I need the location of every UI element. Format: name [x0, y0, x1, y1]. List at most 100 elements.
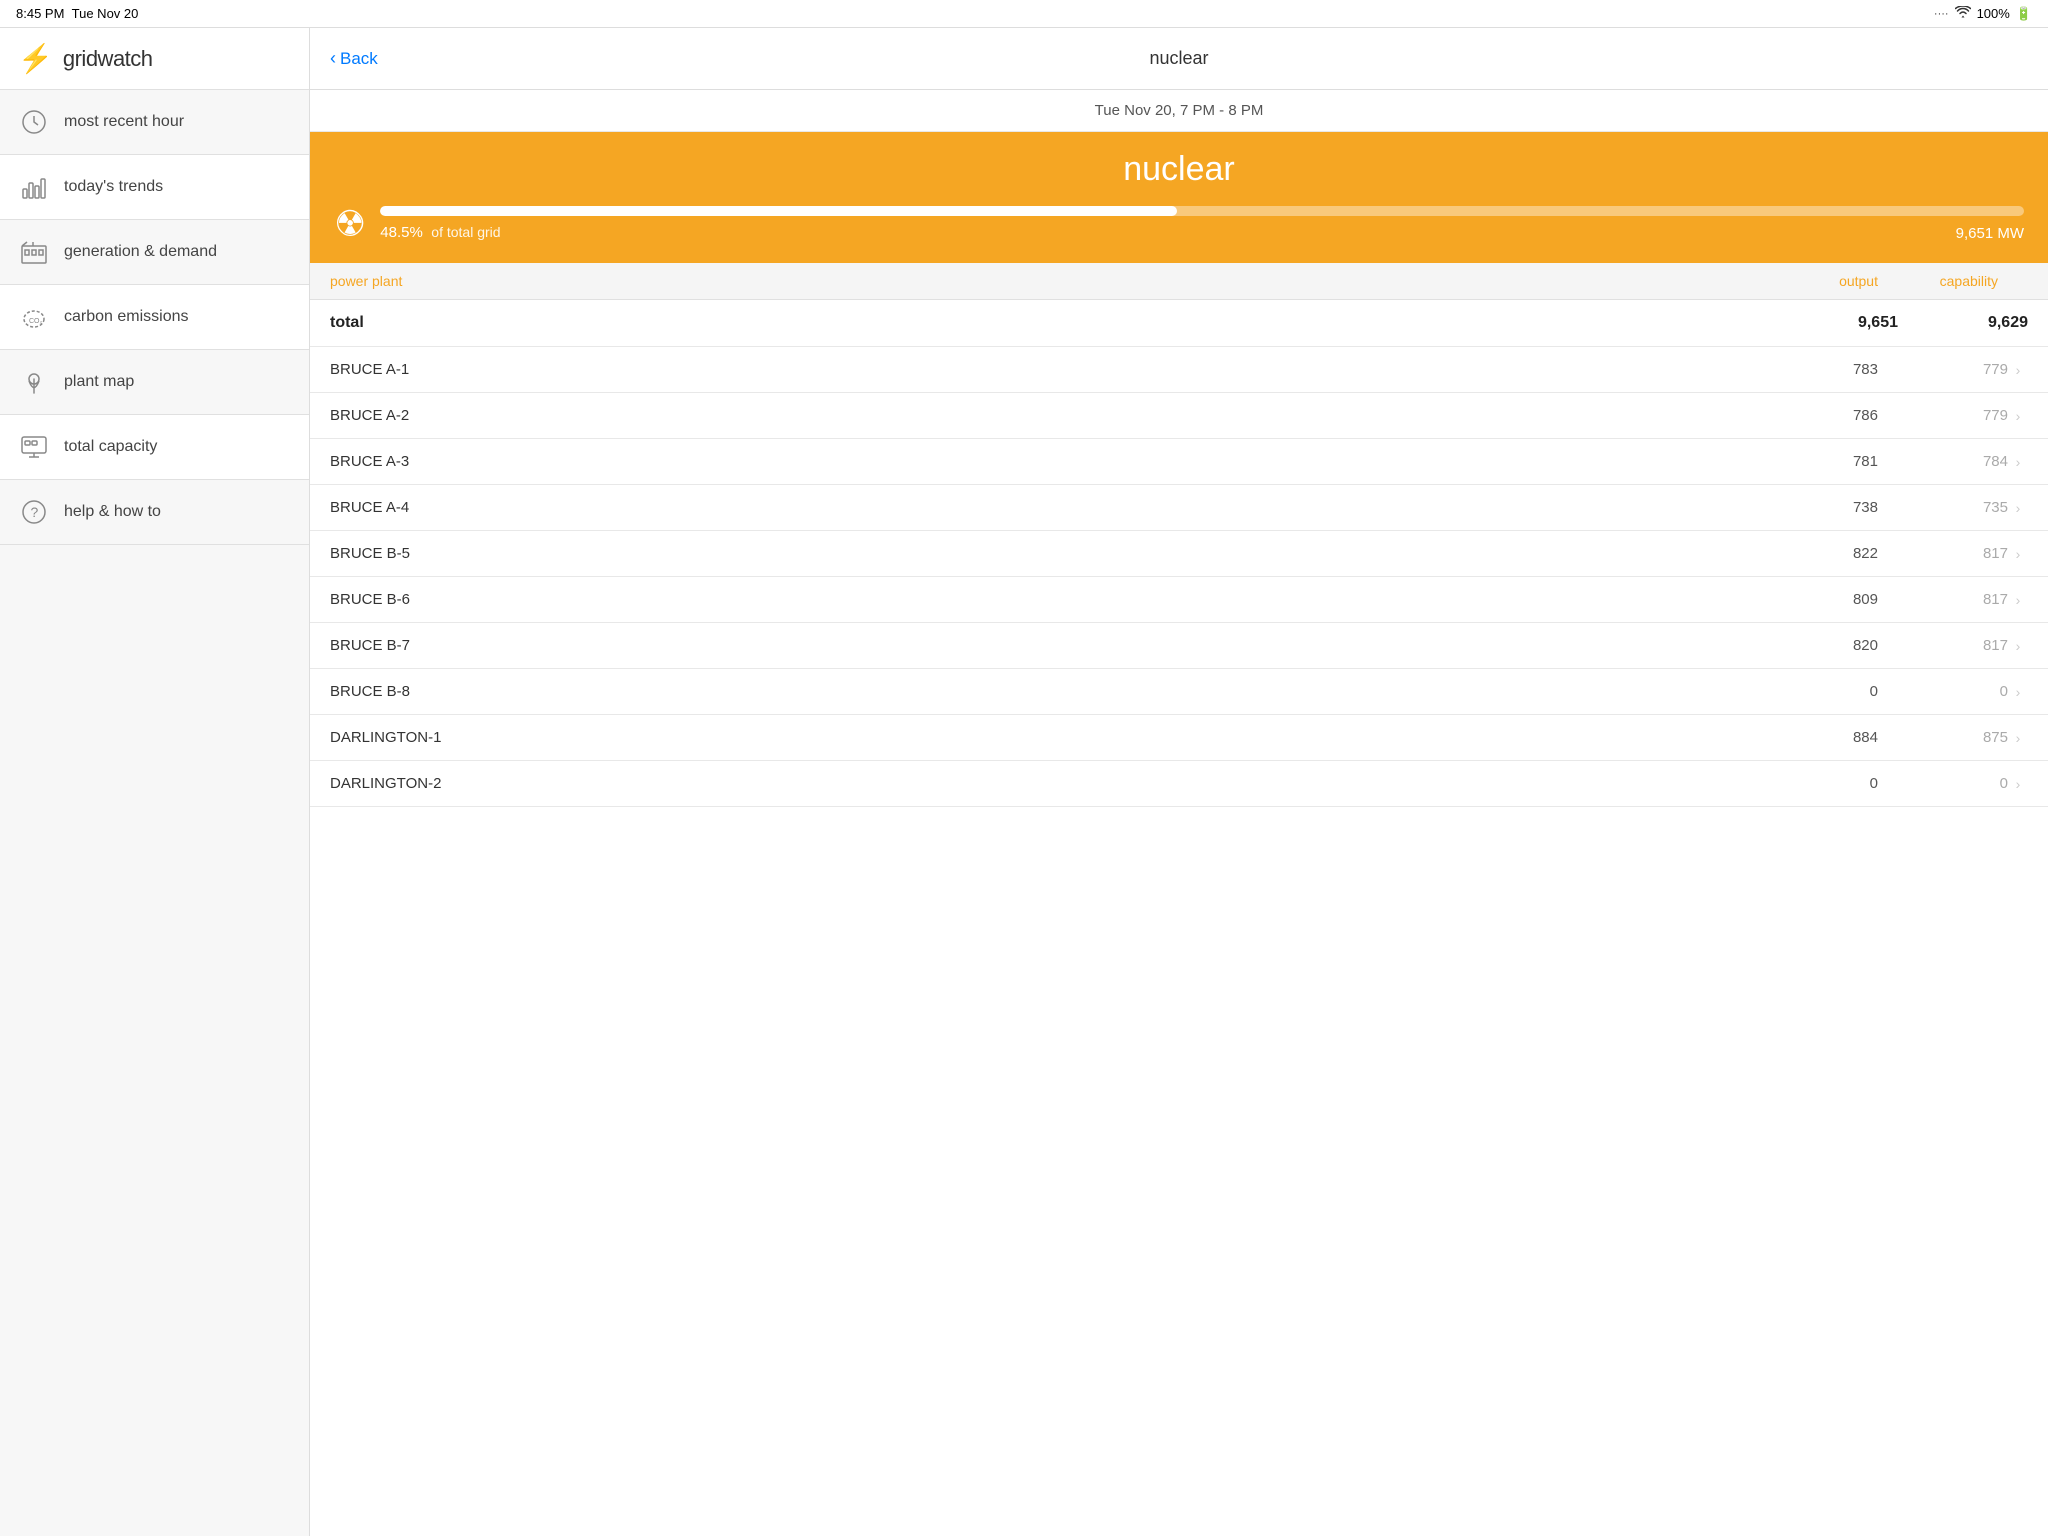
table-row[interactable]: BRUCE B-7 820 817 › [310, 623, 2048, 669]
cell-plant: BRUCE A-3 [330, 453, 1778, 470]
cell-plant: BRUCE B-5 [330, 545, 1778, 562]
percent-text: 48.5% of total grid [380, 224, 500, 242]
row-chevron-icon: › [2008, 362, 2028, 378]
row-chevron-icon: › [2008, 638, 2028, 654]
cell-capability: 784 [1898, 453, 2008, 470]
top-nav: ‹ Back nuclear [310, 28, 2048, 90]
table-row[interactable]: BRUCE A-4 738 735 › [310, 485, 2048, 531]
sidebar-item-help-how-to[interactable]: ? help & how to [0, 480, 309, 545]
cell-capability: 735 [1898, 499, 2008, 516]
cell-plant: BRUCE A-4 [330, 499, 1778, 516]
nav-label-todays-trends: today's trends [64, 178, 163, 196]
row-chevron-icon: › [2008, 546, 2028, 562]
help-icon: ? [18, 496, 50, 528]
cell-plant: BRUCE B-6 [330, 591, 1778, 608]
sidebar-item-most-recent-hour[interactable]: most recent hour [0, 90, 309, 155]
cell-output: 884 [1778, 729, 1898, 746]
table-row[interactable]: BRUCE B-6 809 817 › [310, 577, 2048, 623]
col-header-capability: capability [1898, 273, 2028, 289]
screen-icon [18, 431, 50, 463]
sidebar-item-todays-trends[interactable]: today's trends [0, 155, 309, 220]
logo-bolt-icon: ⚡ [18, 42, 53, 75]
progress-bar-fill [380, 206, 1177, 216]
nuclear-banner: nuclear ☢ 48.5% of total grid 9,651 MW [310, 132, 2048, 263]
row-chevron-icon: › [2008, 730, 2028, 746]
stat-row: 48.5% of total grid 9,651 MW [380, 224, 2024, 242]
cell-plant: BRUCE B-8 [330, 683, 1778, 700]
map-icon [18, 366, 50, 398]
cell-output: 0 [1778, 775, 1898, 792]
cell-output: 809 [1778, 591, 1898, 608]
back-button[interactable]: ‹ Back [330, 48, 378, 69]
row-chevron-icon: › [2008, 454, 2028, 470]
cell-plant: BRUCE A-1 [330, 361, 1778, 378]
main-content: ‹ Back nuclear Tue Nov 20, 7 PM - 8 PM n… [310, 28, 2048, 1536]
cell-capability: 779 [1898, 361, 2008, 378]
row-chevron-icon: › [2008, 684, 2028, 700]
cell-output: 820 [1778, 637, 1898, 654]
table-body: total 9,651 9,629 BRUCE A-1 783 779 › BR… [310, 300, 2048, 807]
table-row[interactable]: BRUCE A-3 781 784 › [310, 439, 2048, 485]
cell-capability: 817 [1898, 545, 2008, 562]
nuclear-banner-title: nuclear [334, 150, 2024, 189]
sidebar-item-carbon-emissions[interactable]: CO₂ carbon emissions [0, 285, 309, 350]
status-bar: 8:45 PM Tue Nov 20 ···· 100% 🔋 [0, 0, 2048, 28]
cell-output: 786 [1778, 407, 1898, 424]
row-chevron-icon: › [2008, 408, 2028, 424]
sidebar-nav: most recent hour today's trends generati… [0, 90, 309, 1536]
cell-plant: DARLINGTON-2 [330, 775, 1778, 792]
table-row[interactable]: BRUCE A-1 783 779 › [310, 347, 2048, 393]
cell-capability: 817 [1898, 591, 2008, 608]
nav-label-total-capacity: total capacity [64, 438, 157, 456]
table-row[interactable]: DARLINGTON-2 0 0 › [310, 761, 2048, 807]
cell-capability: 0 [1898, 775, 2008, 792]
table-row[interactable]: DARLINGTON-1 884 875 › [310, 715, 2048, 761]
chart-icon [18, 171, 50, 203]
nav-label-most-recent-hour: most recent hour [64, 113, 184, 131]
battery-icon: 🔋 [2016, 6, 2032, 22]
svg-text:?: ? [31, 504, 39, 520]
cell-output: 783 [1778, 361, 1898, 378]
status-time: 8:45 PM Tue Nov 20 [16, 6, 138, 21]
cell-capability: 779 [1898, 407, 2008, 424]
sidebar-item-generation-demand[interactable]: generation & demand [0, 220, 309, 285]
nav-label-generation-demand: generation & demand [64, 243, 217, 261]
date-bar: Tue Nov 20, 7 PM - 8 PM [310, 90, 2048, 132]
of-total-text: of total grid [431, 224, 500, 240]
table-header: power plant output capability [310, 263, 2048, 300]
row-chevron-icon: › [2008, 776, 2028, 792]
signal-icon: ···· [1934, 8, 1949, 20]
clock-icon [18, 106, 50, 138]
page-title: nuclear [1149, 48, 1208, 69]
logo-text: gridwatch [63, 46, 153, 72]
cell-plant: BRUCE B-7 [330, 637, 1778, 654]
row-chevron-icon: › [2008, 592, 2028, 608]
status-indicators: ···· 100% 🔋 [1934, 6, 2032, 22]
cell-output: 0 [1778, 683, 1898, 700]
cell-capability: 0 [1898, 683, 2008, 700]
wifi-icon [1955, 6, 1971, 21]
sidebar-header: ⚡ gridwatch [0, 28, 309, 90]
table-row[interactable]: BRUCE B-8 0 0 › [310, 669, 2048, 715]
nav-label-help-how-to: help & how to [64, 503, 161, 521]
date-range-text: Tue Nov 20, 7 PM - 8 PM [1095, 102, 1264, 119]
mw-value: 9,651 MW [1956, 225, 2024, 242]
sidebar-item-total-capacity[interactable]: total capacity [0, 415, 309, 480]
progress-bar-container: 48.5% of total grid 9,651 MW [380, 206, 2024, 242]
table-row[interactable]: BRUCE B-5 822 817 › [310, 531, 2048, 577]
battery-percent: 100% [1977, 6, 2010, 21]
nuclear-stats: ☢ 48.5% of total grid 9,651 MW [334, 203, 2024, 245]
co2-icon: CO₂ [18, 301, 50, 333]
progress-bar-background [380, 206, 2024, 216]
nav-label-carbon-emissions: carbon emissions [64, 308, 189, 326]
table-row[interactable]: BRUCE A-2 786 779 › [310, 393, 2048, 439]
cell-plant: BRUCE A-2 [330, 407, 1778, 424]
svg-text:CO₂: CO₂ [29, 318, 43, 325]
cell-capability: 9,629 [1918, 314, 2028, 332]
sidebar: ⚡ gridwatch most recent hour today's tre… [0, 28, 310, 1536]
back-label: Back [340, 49, 378, 69]
cell-capability: 817 [1898, 637, 2008, 654]
cell-capability: 875 [1898, 729, 2008, 746]
cell-plant: total [330, 314, 1798, 332]
sidebar-item-plant-map[interactable]: plant map [0, 350, 309, 415]
